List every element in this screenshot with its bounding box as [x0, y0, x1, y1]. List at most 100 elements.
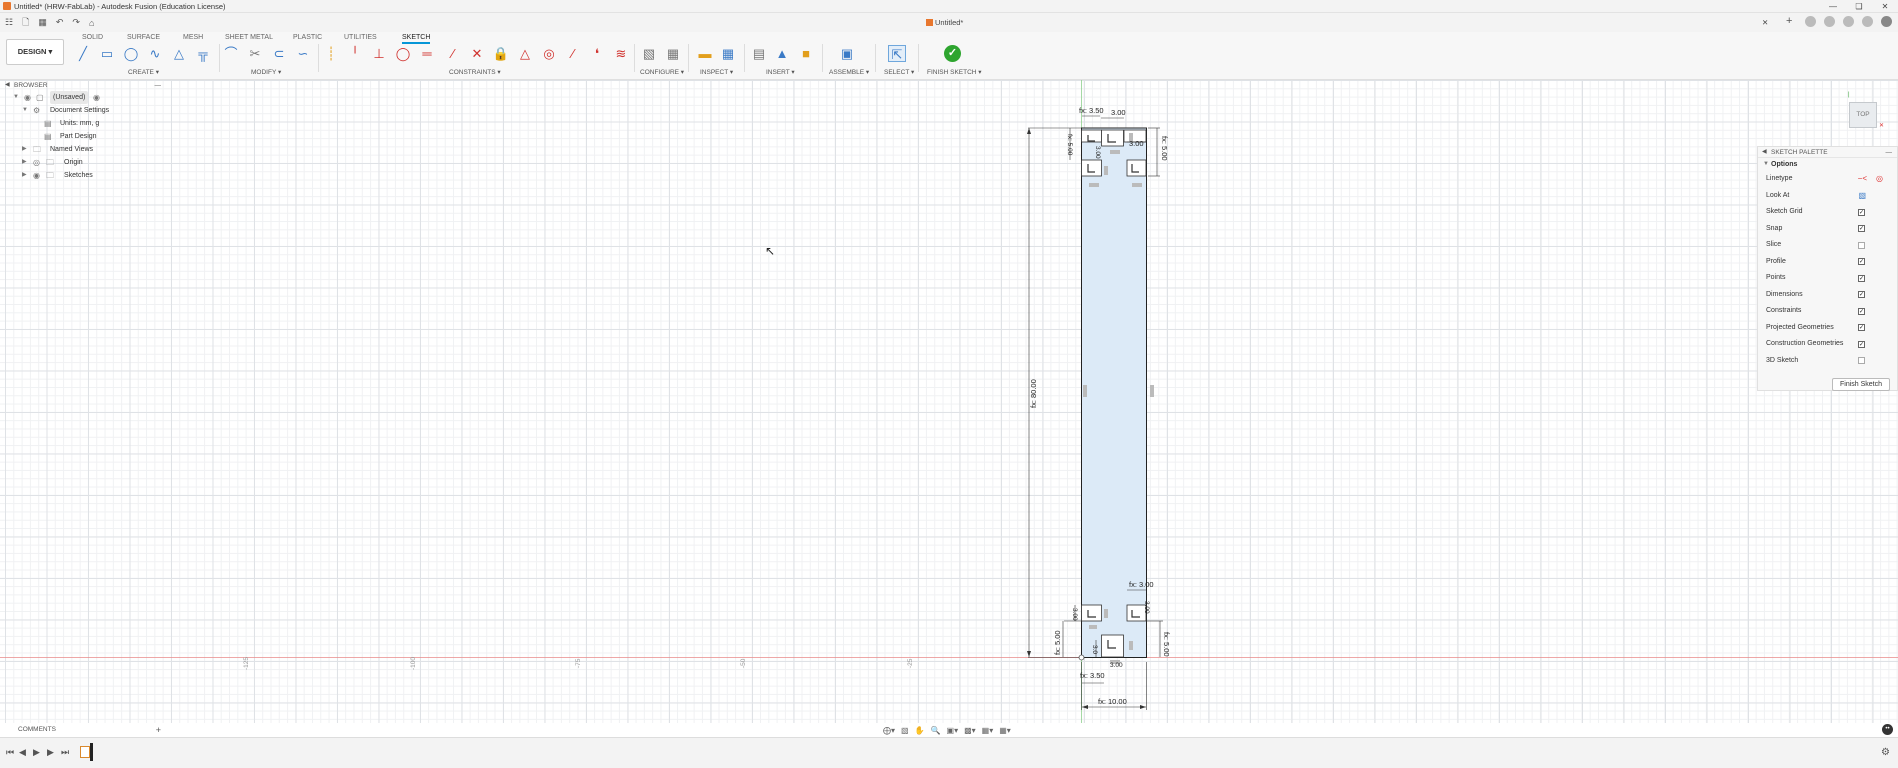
timeline-marker[interactable] — [90, 743, 93, 761]
eye-icon[interactable]: ◉ — [24, 91, 31, 104]
symmetry-icon[interactable]: ❛ — [588, 45, 606, 62]
section-analysis-icon[interactable]: ▦ — [719, 45, 737, 62]
tab-surface[interactable]: SURFACE — [127, 34, 160, 41]
extensions-icon[interactable] — [1805, 16, 1816, 27]
radio-active-icon[interactable]: ◉ — [93, 91, 100, 104]
workspace-switcher[interactable]: DESIGN ▾ — [6, 39, 64, 65]
spline-tool-icon[interactable]: ∿ — [146, 45, 164, 62]
snap-checkbox[interactable]: ✓ — [1858, 225, 1865, 232]
expand-arrow-icon[interactable]: ▶ — [22, 143, 27, 156]
go-to-end-icon[interactable]: ⏭ — [61, 747, 69, 758]
3d-sketch-checkbox[interactable] — [1858, 357, 1865, 364]
finish-sketch-group-label[interactable]: FINISH SKETCH ▾ — [927, 68, 982, 76]
browser-item-units[interactable]: ▤ Units: mm, g — [0, 117, 165, 130]
select-group-label[interactable]: SELECT ▾ — [884, 68, 914, 76]
slice-checkbox[interactable] — [1858, 241, 1865, 249]
projected-geometries-checkbox[interactable]: ✓ — [1858, 324, 1865, 331]
comments-panel[interactable]: COMMENTS + — [0, 723, 165, 737]
document-tab[interactable]: Untitled* ✕ — [926, 13, 1768, 32]
display-settings-icon[interactable]: ▩▾ — [964, 726, 976, 735]
minimize-panel-icon[interactable]: — — [155, 80, 162, 91]
finish-sketch-icon[interactable]: ✓ — [944, 45, 961, 62]
viewcube[interactable]: TOP | ✕ — [1845, 92, 1884, 132]
assemble-group-label[interactable]: ASSEMBLE ▾ — [829, 68, 869, 76]
constraints-group-label[interactable]: CONSTRAINTS ▾ — [449, 68, 501, 76]
horizontal-icon[interactable]: ∕ — [564, 45, 582, 62]
step-forward-icon[interactable]: ▶ — [47, 747, 54, 758]
smooth-icon[interactable]: ≋ — [612, 45, 630, 62]
collinear-icon[interactable]: ✕ — [468, 45, 486, 62]
tab-solid[interactable]: SOLID — [82, 34, 103, 41]
timeline-settings-icon[interactable]: ⚙ — [1881, 747, 1890, 758]
midpoint-icon[interactable]: △ — [516, 45, 534, 62]
fix-lock-icon[interactable]: 🔒 — [492, 45, 510, 62]
new-tab-icon[interactable]: + — [1786, 16, 1797, 27]
user-avatar[interactable] — [1881, 16, 1892, 27]
eye-icon[interactable]: ◉ — [33, 169, 40, 182]
notifications-icon[interactable] — [1843, 16, 1854, 27]
table-icon[interactable]: ▦ — [664, 45, 682, 62]
insert-derive-icon[interactable]: ▤ — [750, 45, 768, 62]
browser-item-part-design[interactable]: ▤ Part Design — [0, 130, 165, 143]
grid-menu-icon[interactable]: ☷ — [5, 17, 13, 28]
equal-icon[interactable]: ═ — [418, 45, 436, 62]
home-icon[interactable]: ⌂ — [89, 18, 94, 28]
browser-item-named-views[interactable]: ▶ 🗀 Named Views — [0, 143, 165, 156]
triangle-tool-icon[interactable]: △ — [170, 45, 188, 62]
rectangle-tool-icon[interactable]: ▭ — [98, 45, 116, 62]
close-tab-icon[interactable]: ✕ — [1762, 13, 1768, 32]
pan-icon[interactable]: ✋ — [915, 726, 925, 735]
tab-utilities[interactable]: UTILITIES — [344, 34, 377, 41]
expand-arrow-icon[interactable]: ▶ — [22, 156, 27, 169]
coincident-icon[interactable]: ┊ — [322, 45, 340, 62]
browser-item-origin[interactable]: ▶ ◎ 🗀 Origin — [0, 156, 165, 169]
viewcube-face-top[interactable]: TOP — [1849, 102, 1877, 128]
collapse-arrow-icon[interactable]: ◀ — [1762, 147, 1767, 158]
grid-settings-icon[interactable]: ▦▾ — [982, 726, 994, 735]
mirror-tool-icon[interactable]: ╦ — [194, 45, 212, 62]
expand-arrow-icon[interactable]: ▼ — [22, 104, 28, 117]
undo-icon[interactable]: ↶ — [56, 17, 64, 28]
minimize-panel-icon[interactable]: — — [1886, 147, 1893, 158]
configure-group-label[interactable]: CONFIGURE ▾ — [640, 68, 684, 76]
collapse-arrow-icon[interactable]: ◀ — [5, 80, 10, 91]
tangent-icon[interactable]: ◯ — [394, 45, 412, 62]
finish-sketch-button[interactable]: Finish Sketch — [1832, 378, 1890, 391]
job-status-icon[interactable] — [1824, 16, 1835, 27]
play-icon[interactable]: ▶ — [33, 747, 40, 758]
line-tool-icon[interactable]: ╱ — [74, 45, 92, 62]
circle-tool-icon[interactable]: ◯ — [122, 45, 140, 62]
fit-icon[interactable]: ▣▾ — [947, 726, 959, 735]
browser-item-document-settings[interactable]: ▼ ⚙ Document Settings — [0, 104, 165, 117]
measure-icon[interactable]: ▬ — [696, 45, 714, 62]
options-section[interactable]: ▼ Options — [1758, 158, 1897, 171]
construction-geometries-checkbox[interactable]: ✓ — [1858, 340, 1865, 348]
timeline-sketch-feature[interactable] — [80, 746, 90, 758]
redo-icon[interactable]: ↷ — [72, 17, 80, 28]
fillet-tool-icon[interactable]: ⌒ — [222, 45, 240, 62]
expand-arrow-icon[interactable]: ▼ — [13, 91, 19, 104]
modify-group-label[interactable]: MODIFY ▾ — [251, 68, 281, 76]
offset-tool-icon[interactable]: ⊂ — [270, 45, 288, 62]
tab-mesh[interactable]: MESH — [183, 34, 203, 41]
insert-group-label[interactable]: INSERT ▾ — [766, 68, 795, 76]
sketch-grid-checkbox[interactable]: ✓ — [1858, 208, 1865, 216]
step-back-icon[interactable]: ◀ — [19, 747, 26, 758]
select-icon[interactable]: ⇱ — [888, 45, 906, 62]
configure-icon[interactable]: ▧ — [640, 45, 658, 62]
expand-arrow-icon[interactable]: ▶ — [22, 169, 27, 182]
insert-image-icon[interactable]: ▲ — [773, 45, 791, 62]
sketch-drawing[interactable]: -125 -100 -75 -50 -25 50 25 — [0, 80, 1898, 723]
inspect-group-label[interactable]: INSPECT ▾ — [700, 68, 733, 76]
dimensions-checkbox[interactable]: ✓ — [1858, 291, 1865, 298]
profile-checkbox[interactable]: ✓ — [1858, 258, 1865, 265]
browser-item-root[interactable]: ▼ ◉ ▢ (Unsaved) ◉ — [0, 91, 165, 104]
viewports-icon[interactable]: ▦▾ — [999, 726, 1011, 735]
orbit-icon[interactable]: ⨁▾ — [883, 726, 895, 735]
trim-tool-icon[interactable]: ✂ — [246, 45, 264, 62]
minimize-icon[interactable]: — — [1820, 0, 1846, 13]
create-group-label[interactable]: CREATE ▾ — [128, 68, 159, 76]
tab-sketch[interactable]: SKETCH — [402, 34, 431, 44]
perpendicular-icon[interactable]: ⊥ — [370, 45, 388, 62]
chat-icon[interactable]: •• — [1882, 724, 1893, 735]
